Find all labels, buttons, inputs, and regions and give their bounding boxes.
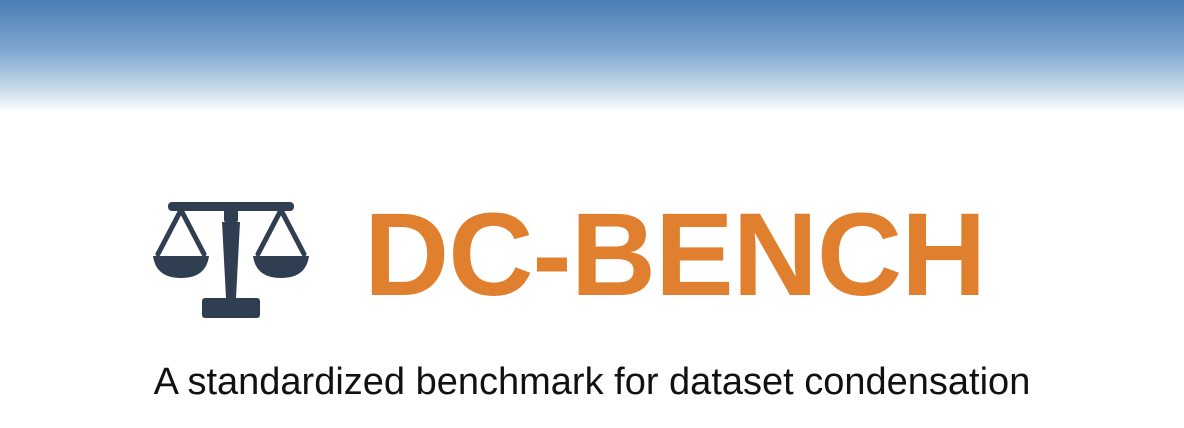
balance-scale-icon <box>153 202 309 318</box>
logo-row: DC-BENCH <box>0 192 1184 322</box>
brand-title: DC-BENCH <box>364 189 986 321</box>
header-gradient <box>0 0 1184 112</box>
tagline: A standardized benchmark for dataset con… <box>153 361 1031 403</box>
banner: DC-BENCH A standardized benchmark for da… <box>0 0 1184 428</box>
